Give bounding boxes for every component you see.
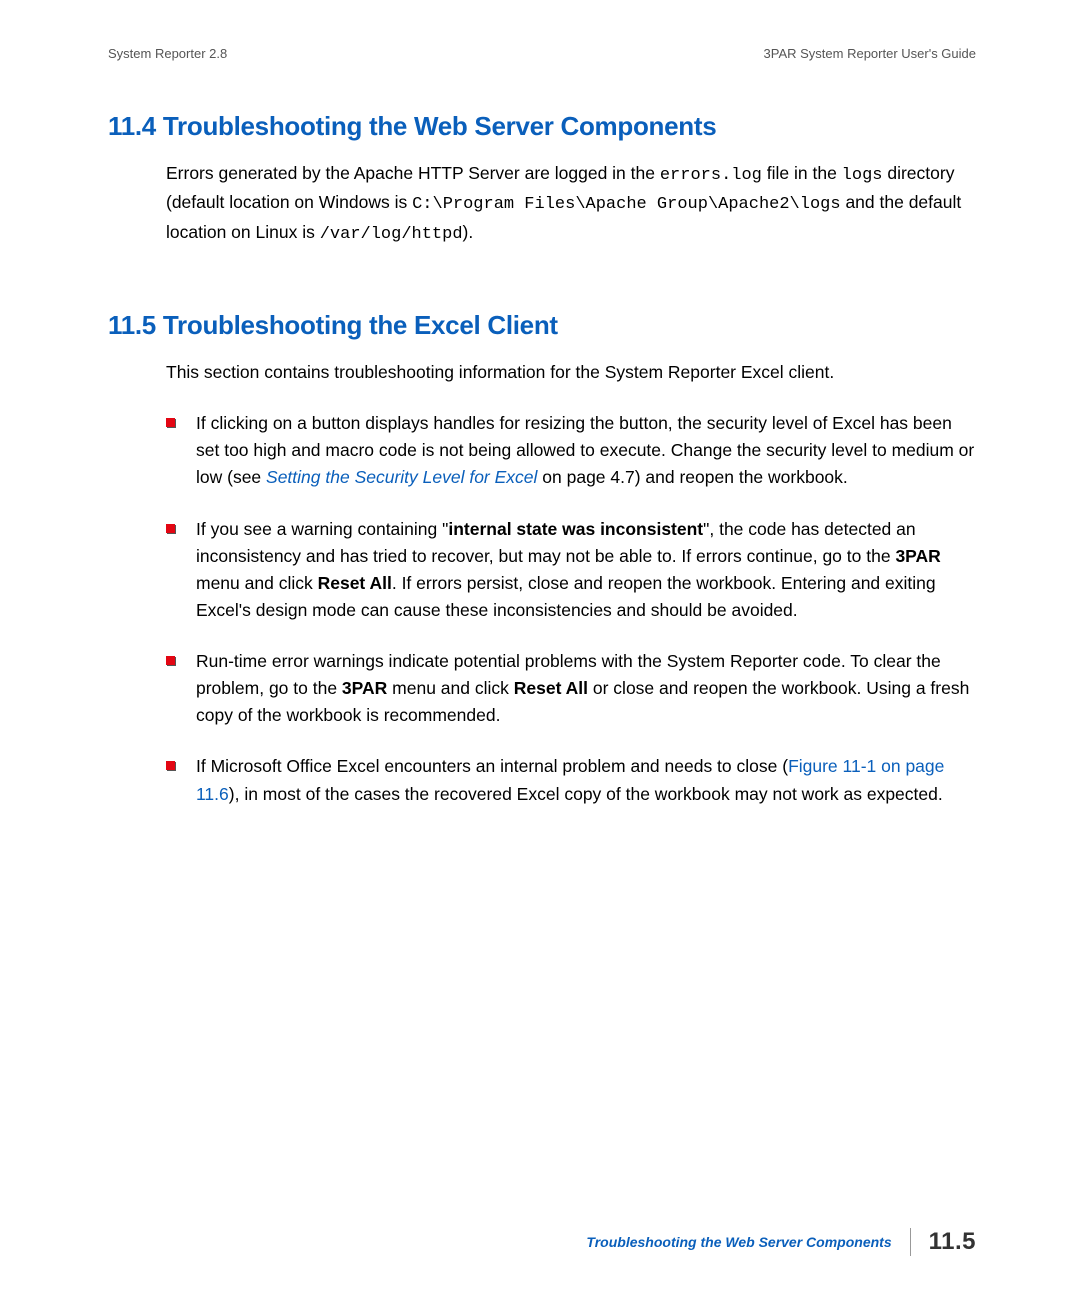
text: If Microsoft Office Excel encounters an … [196,756,788,776]
page-header: System Reporter 2.8 3PAR System Reporter… [108,46,976,61]
footer-page-number: 11.5 [929,1228,976,1256]
text: ). [463,222,474,242]
bold-reset-all: Reset All [318,573,392,593]
footer-divider [910,1228,911,1256]
list-item: If you see a warning containing "interna… [166,516,976,625]
text: ), in most of the cases the recovered Ex… [229,784,943,804]
text: If you see a warning containing " [196,519,448,539]
text: file in the [762,163,842,183]
list-item: If clicking on a button displays handles… [166,410,976,491]
text: Errors generated by the Apache HTTP Serv… [166,163,660,183]
section-11-4-body: Errors generated by the Apache HTTP Serv… [166,160,976,248]
page-footer: Troubleshooting the Web Server Component… [586,1228,976,1256]
code-errors-log: errors.log [660,166,762,185]
bold-reset-all: Reset All [514,678,588,698]
code-linux-path: /var/log/httpd [320,225,463,244]
header-right: 3PAR System Reporter User's Guide [764,46,976,61]
header-left: System Reporter 2.8 [108,46,227,61]
list-item: If Microsoft Office Excel encounters an … [166,753,976,807]
section-11-5-heading: 11.5 Troubleshooting the Excel Client [108,310,976,341]
text: menu and click [387,678,513,698]
link-security-level[interactable]: Setting the Security Level for Excel [266,467,537,487]
section-11-5-intro: This section contains troubleshooting in… [166,359,976,386]
text: menu and click [196,573,318,593]
bold-internal-state: internal state was inconsistent [448,519,703,539]
bold-3par: 3PAR [342,678,387,698]
section-11-4-heading: 11.4 Troubleshooting the Web Server Comp… [108,111,976,142]
list-item: Run-time error warnings indicate potenti… [166,648,976,729]
footer-section-title: Troubleshooting the Web Server Component… [586,1234,891,1250]
bold-3par: 3PAR [895,546,940,566]
code-windows-path: C:\Program Files\Apache Group\Apache2\lo… [412,195,840,214]
text: on page 4.7) and reopen the workbook. [537,467,847,487]
bullet-list: If clicking on a button displays handles… [166,410,976,808]
code-logs: logs [842,166,883,185]
